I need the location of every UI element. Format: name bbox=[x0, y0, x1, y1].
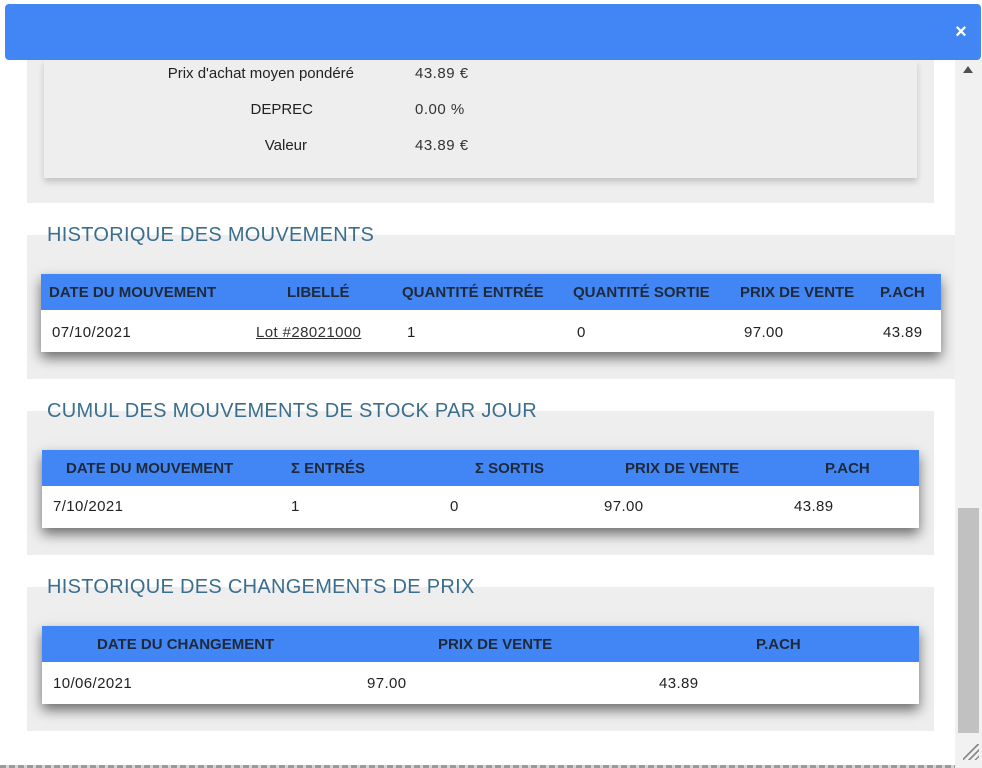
scroll-thumb[interactable] bbox=[958, 508, 979, 733]
stat-value: 43.89 € bbox=[415, 137, 469, 154]
scroll-up-icon[interactable] bbox=[963, 66, 973, 73]
stat-row-valeur: Valeur 43.89 € bbox=[44, 137, 917, 161]
prix-title: HISTORIQUE DES CHANGEMENTS DE PRIX bbox=[47, 576, 475, 598]
column-header[interactable]: DATE DU CHANGEMENT bbox=[97, 636, 274, 653]
column-header[interactable]: Σ SORTIS bbox=[475, 460, 544, 477]
table-cell: 0 bbox=[577, 324, 586, 341]
column-header[interactable]: QUANTITÉ ENTRÉE bbox=[402, 284, 544, 301]
table-cell: 97.00 bbox=[367, 675, 407, 692]
dialog-content[interactable]: Prix d'achat moyen pondéré 43.89 € DEPRE… bbox=[0, 60, 955, 768]
table-header: DATE DU MOUVEMENT LIBELLÉ QUANTITÉ ENTRÉ… bbox=[41, 274, 941, 310]
stat-row-pamp: Prix d'achat moyen pondéré 43.89 € bbox=[44, 65, 917, 89]
close-icon[interactable]: × bbox=[953, 22, 969, 42]
stat-label: Valeur bbox=[264, 137, 307, 154]
vertical-scrollbar[interactable] bbox=[955, 60, 982, 768]
table-cell: 0 bbox=[450, 498, 459, 515]
table-cell: 7/10/2021 bbox=[53, 498, 124, 515]
resize-grip-icon[interactable] bbox=[963, 744, 979, 760]
stats-card: Prix d'achat moyen pondéré 43.89 € DEPRE… bbox=[44, 60, 917, 178]
stat-row-deprec: DEPREC 0.00 % bbox=[44, 101, 917, 125]
historique-title: HISTORIQUE DES MOUVEMENTS bbox=[47, 224, 375, 246]
table-header: DATE DU MOUVEMENT Σ ENTRÉS Σ SORTIS PRIX… bbox=[42, 450, 919, 486]
column-header[interactable]: LIBELLÉ bbox=[287, 284, 350, 301]
stat-label: DEPREC bbox=[250, 101, 313, 118]
table-cell: 43.89 bbox=[883, 324, 923, 341]
table-cell: 97.00 bbox=[604, 498, 644, 515]
prix-table: DATE DU CHANGEMENT PRIX DE VENTE P.ACH 1… bbox=[42, 626, 919, 704]
table-cell: 1 bbox=[407, 324, 416, 341]
stat-value: 43.89 € bbox=[415, 65, 469, 82]
stat-label: Prix d'achat moyen pondéré bbox=[167, 65, 354, 82]
column-header[interactable]: QUANTITÉ SORTIE bbox=[573, 284, 710, 301]
table-cell: 10/06/2021 bbox=[53, 675, 133, 692]
column-header[interactable]: PRIX DE VENTE bbox=[625, 460, 739, 477]
lot-link-text[interactable]: Lot #28021000 bbox=[256, 324, 361, 341]
column-header[interactable]: P.ACH bbox=[756, 636, 801, 653]
column-header[interactable]: PRIX DE VENTE bbox=[740, 284, 854, 301]
table-cell: 43.89 bbox=[794, 498, 834, 515]
lot-link[interactable]: Lot #28021000 bbox=[256, 324, 361, 341]
cumul-table: DATE DU MOUVEMENT Σ ENTRÉS Σ SORTIS PRIX… bbox=[42, 450, 919, 528]
column-header[interactable]: DATE DU MOUVEMENT bbox=[66, 460, 233, 477]
table-cell: 1 bbox=[291, 498, 300, 515]
cumul-title: CUMUL DES MOUVEMENTS DE STOCK PAR JOUR bbox=[47, 400, 537, 422]
column-header[interactable]: Σ ENTRÉS bbox=[291, 460, 365, 477]
stat-value: 0.00 % bbox=[415, 101, 465, 118]
historique-table: DATE DU MOUVEMENT LIBELLÉ QUANTITÉ ENTRÉ… bbox=[41, 274, 941, 352]
column-header[interactable]: PRIX DE VENTE bbox=[438, 636, 552, 653]
table-cell: 07/10/2021 bbox=[52, 324, 132, 341]
dialog-titlebar: × bbox=[5, 4, 981, 60]
column-header[interactable]: DATE DU MOUVEMENT bbox=[49, 284, 216, 301]
table-cell: 97.00 bbox=[744, 324, 784, 341]
table-cell: 43.89 bbox=[659, 675, 699, 692]
column-header[interactable]: P.ACH bbox=[880, 284, 925, 301]
column-header[interactable]: P.ACH bbox=[825, 460, 870, 477]
table-header: DATE DU CHANGEMENT PRIX DE VENTE P.ACH bbox=[42, 626, 919, 662]
